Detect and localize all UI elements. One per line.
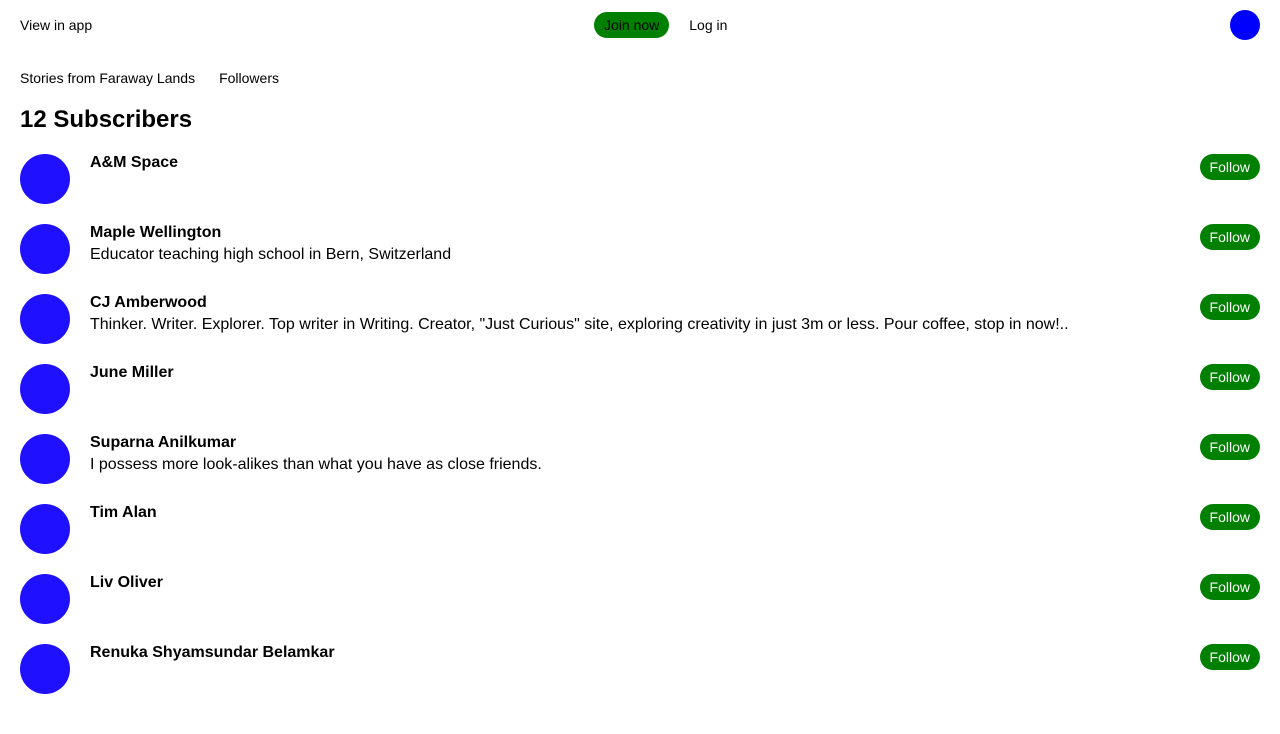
follow-button[interactable]: Follow xyxy=(1199,294,1260,320)
subscriber-name[interactable]: A&M Space xyxy=(90,154,1180,172)
subscriber-info: Suparna Anilkumar I possess more look-al… xyxy=(90,434,1180,475)
subscriber-info: June Miller xyxy=(90,364,1180,385)
subscriber-name[interactable]: Suparna Anilkumar xyxy=(90,434,1180,452)
list-item: Renuka Shyamsundar Belamkar Follow xyxy=(20,644,1260,714)
subscriber-name[interactable]: June Miller xyxy=(90,364,1180,382)
page-title: 12 Subscribers xyxy=(20,106,193,133)
subscriber-avatar[interactable] xyxy=(20,644,70,694)
nav-followers-link[interactable]: Followers xyxy=(219,70,279,86)
subscriber-info: Liv Oliver xyxy=(90,574,1180,595)
follow-button[interactable]: Follow xyxy=(1199,434,1260,460)
subscriber-avatar[interactable] xyxy=(20,224,70,274)
follow-button[interactable]: Follow xyxy=(1199,504,1260,530)
view-in-app-link[interactable]: View in app xyxy=(20,17,92,33)
subscriber-info: A&M Space xyxy=(90,154,1180,175)
subscriber-avatar[interactable] xyxy=(20,574,70,624)
subscriber-avatar[interactable] xyxy=(20,364,70,414)
subscriber-name[interactable]: Renuka Shyamsundar Belamkar xyxy=(90,644,1180,662)
list-item: A&M Space Follow xyxy=(20,154,1260,224)
subscriber-name[interactable]: Liv Oliver xyxy=(90,574,1180,592)
list-item: Maple Wellington Educator teaching high … xyxy=(20,224,1260,294)
subscriber-bio: I possess more look-alikes than what you… xyxy=(90,456,542,473)
list-item: Liv Oliver Follow xyxy=(20,574,1260,644)
list-item: CJ Amberwood Thinker. Writer. Explorer. … xyxy=(20,294,1260,364)
subscriber-bio: Thinker. Writer. Explorer. Top writer in… xyxy=(90,316,1069,333)
subscriber-name[interactable]: Maple Wellington xyxy=(90,224,1180,242)
subscriber-avatar[interactable] xyxy=(20,294,70,344)
list-item: Tim Alan Follow xyxy=(20,504,1260,574)
join-now-button[interactable]: Join now xyxy=(594,12,670,38)
follow-button[interactable]: Follow xyxy=(1199,644,1260,670)
auth-actions: Join now Log in xyxy=(594,12,727,38)
log-in-link[interactable]: Log in xyxy=(689,12,727,38)
subscriber-bio: Educator teaching high school in Bern, S… xyxy=(90,246,452,263)
follow-button[interactable]: Follow xyxy=(1199,224,1260,250)
subscriber-name[interactable]: Tim Alan xyxy=(90,504,1180,522)
subscriber-avatar[interactable] xyxy=(20,504,70,554)
subscriber-info: Maple Wellington Educator teaching high … xyxy=(90,224,1180,265)
user-avatar-icon[interactable] xyxy=(1230,10,1260,40)
list-item: Suparna Anilkumar I possess more look-al… xyxy=(20,434,1260,504)
top-bar: View in app Join now Log in xyxy=(0,0,1280,50)
list-item: June Miller Follow xyxy=(20,364,1260,434)
follow-button[interactable]: Follow xyxy=(1199,574,1260,600)
follow-button[interactable]: Follow xyxy=(1199,364,1260,390)
subscriber-name[interactable]: CJ Amberwood xyxy=(90,294,1180,312)
subscriber-info: Tim Alan xyxy=(90,504,1180,525)
subscriber-info: CJ Amberwood Thinker. Writer. Explorer. … xyxy=(90,294,1180,335)
subscriber-info: Renuka Shyamsundar Belamkar xyxy=(90,644,1180,665)
follow-button[interactable]: Follow xyxy=(1199,154,1260,180)
breadcrumb-nav: Stories from Faraway Lands Followers xyxy=(20,70,303,86)
subscriber-avatar[interactable] xyxy=(20,154,70,204)
subscriber-avatar[interactable] xyxy=(20,434,70,484)
subscriber-list: A&M Space Follow Maple Wellington Educat… xyxy=(20,154,1260,714)
nav-publication-link[interactable]: Stories from Faraway Lands xyxy=(20,70,195,86)
